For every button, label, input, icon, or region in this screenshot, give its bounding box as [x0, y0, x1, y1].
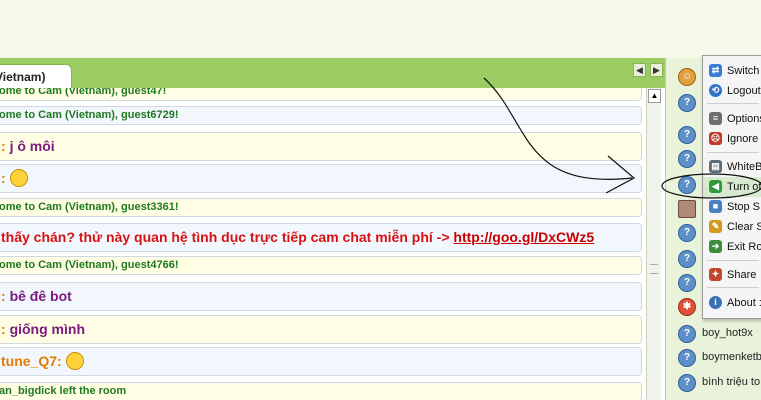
user-list-item[interactable]: ? boy_hot9x: [668, 321, 761, 345]
menu-separator: [707, 103, 759, 104]
menu-item-about[interactable]: i About :: [703, 293, 761, 313]
user-status-icon: ?: [678, 94, 696, 112]
spam-link[interactable]: http://goo.gl/DxCWz5: [453, 229, 594, 245]
message-colon: :: [1, 288, 6, 304]
users-group-icon: ☺: [678, 68, 696, 86]
user-status-icon: ?: [678, 349, 696, 367]
user-status-icon: ?: [678, 224, 696, 242]
menu-item-label: WhiteB: [727, 161, 761, 173]
message-nick: tune_Q7:: [1, 353, 62, 369]
room-tab[interactable]: Vietnam): [0, 64, 72, 88]
message-text: giống mình: [9, 321, 85, 337]
message-text: thấy chán? thử này quan hệ tình dục trực…: [1, 229, 450, 245]
chat-message: : giống mình: [0, 315, 642, 344]
menu-item-ignore[interactable]: ☹ Ignore: [703, 129, 761, 149]
room-tab-label: Vietnam): [0, 70, 46, 84]
menu-item-logout[interactable]: ⟲ Logout: [703, 81, 761, 101]
menu-item-options[interactable]: ≡ Options: [703, 109, 761, 129]
chat-scrollbar[interactable]: ▲: [646, 88, 661, 400]
user-name: boy_hot9x: [702, 327, 753, 339]
chat-message: ome to Cam (Vietnam), guest4766!: [0, 256, 642, 275]
user-name: boymenketb: [702, 351, 761, 363]
message-text: ome to Cam (Vietnam), guest3361!: [0, 201, 179, 213]
message-text: ome to Cam (Vietnam), guest47!: [0, 88, 167, 97]
menu-item-label: Options: [727, 113, 761, 125]
context-menu: ⇄ Switch ⟲ Logout ≡ Options ☹ Ignore ▤ WhiteB…: [702, 55, 761, 319]
chat-message: ome to Cam (Vietnam), guest3361!: [0, 198, 642, 217]
switch-icon: ⇄: [709, 64, 722, 77]
message-text: ome to Cam (Vietnam), guest4766!: [0, 259, 179, 271]
sound-icon: ◀: [709, 180, 722, 193]
user-status-icon: ?: [678, 250, 696, 268]
menu-item-label: About :: [727, 297, 761, 309]
scroll-grip-icon: [650, 264, 658, 274]
menu-item-clear-screen[interactable]: ✎ Clear S: [703, 217, 761, 237]
menu-item-label: Turn of: [727, 181, 761, 193]
user-list-item[interactable]: ? bình triệu to: [668, 370, 761, 394]
ignore-icon: ☹: [709, 132, 722, 145]
chat-message: an_bigdick left the room: [0, 382, 642, 400]
grin-emoji-icon: [9, 169, 28, 188]
menu-separator: [707, 260, 759, 261]
laugh-emoji-icon: [65, 352, 84, 371]
about-icon: i: [709, 296, 722, 309]
menu-item-label: Ignore: [727, 133, 759, 145]
chat-message: tune_Q7:: [0, 347, 642, 376]
chat-message-list: ome to Cam (Vietnam), guest47! ome to Ca…: [0, 88, 646, 400]
menu-item-switch[interactable]: ⇄ Switch: [703, 61, 761, 81]
share-icon: ✦: [709, 268, 722, 281]
user-away-icon: ?: [678, 374, 696, 392]
message-colon: :: [1, 170, 6, 186]
message-text: an_bigdick left the room: [0, 385, 127, 397]
user-away-icon: ?: [678, 274, 696, 292]
menu-separator: [707, 152, 759, 153]
user-avatar-icon: [678, 200, 696, 218]
menu-item-label: Exit Ro: [727, 241, 761, 253]
exit-icon: ➜: [709, 240, 722, 253]
whiteboard-icon: ▤: [709, 160, 722, 173]
menu-item-label: Share: [727, 269, 757, 281]
menu-item-label: Switch: [727, 65, 760, 77]
message-colon: :: [1, 321, 6, 337]
chat-message: : j ô môi: [0, 132, 642, 161]
menu-separator: [707, 287, 759, 288]
message-colon: :: [1, 138, 6, 154]
tab-scroll-left-button[interactable]: ◀: [633, 63, 646, 77]
menu-item-exit-room[interactable]: ➜ Exit Ro: [703, 237, 761, 257]
menu-item-whiteboard[interactable]: ▤ WhiteB: [703, 157, 761, 177]
stop-icon: ■: [709, 200, 722, 213]
menu-item-label: Clear S: [727, 221, 761, 233]
chat-message: ome to Cam (Vietnam), guest6729!: [0, 106, 642, 125]
message-text: j ô môi: [9, 138, 55, 154]
scroll-up-button[interactable]: ▲: [648, 89, 661, 103]
broom-icon: ✎: [709, 220, 722, 233]
user-status-icon: ?: [678, 176, 696, 194]
user-name: bình triệu to: [702, 376, 761, 388]
logout-icon: ⟲: [709, 84, 722, 97]
room-tab-bar: [0, 58, 761, 88]
message-text: ome to Cam (Vietnam), guest6729!: [0, 109, 179, 121]
options-icon: ≡: [709, 112, 722, 125]
chat-message: ome to Cam (Vietnam), guest47!: [0, 88, 642, 101]
chat-message: thấy chán? thử này quan hệ tình dục trực…: [0, 223, 642, 252]
menu-item-share[interactable]: ✦ Share: [703, 265, 761, 285]
user-list-item[interactable]: ? boymenketb: [668, 345, 761, 369]
top-toolbar: [0, 0, 761, 59]
menu-item-stop-sound[interactable]: ■ Stop S: [703, 197, 761, 217]
menu-item-label: Stop S: [727, 201, 761, 213]
user-status-icon: ?: [678, 126, 696, 144]
menu-item-label: Logout: [727, 85, 761, 97]
message-text: bê đê bot: [9, 288, 72, 304]
user-status-icon: ?: [678, 325, 696, 343]
menu-item-turn-off-sound[interactable]: ◀ Turn of: [703, 177, 761, 197]
tab-scroll-right-button[interactable]: ▶: [650, 63, 663, 77]
chat-message: : bê đê bot: [0, 282, 642, 311]
user-status-icon: ?: [678, 150, 696, 168]
chat-message: :: [0, 164, 642, 193]
user-crab-icon: ✱: [678, 298, 696, 316]
